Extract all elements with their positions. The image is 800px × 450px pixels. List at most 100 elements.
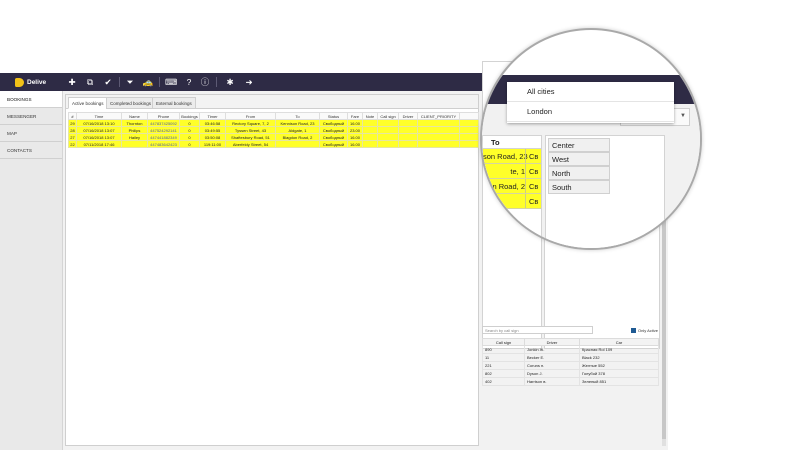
driver-row[interactable]: 221 Coruns п. Желтые 552 (482, 361, 659, 370)
info-icon[interactable]: ⓘ (199, 76, 211, 88)
column-header[interactable]: Time (76, 112, 122, 120)
table-row[interactable]: 29 07/16/2018 13:10 Thornton 44783742509… (68, 119, 479, 127)
cell-car: Black 232 (579, 353, 659, 362)
cell-driver (398, 133, 418, 141)
car-icon[interactable]: 🚕 (142, 76, 154, 88)
cell-name: Philips (121, 126, 148, 134)
copy-icon[interactable]: ⧉ (84, 76, 96, 88)
brand[interactable]: Delive (15, 77, 46, 87)
zone-item-south[interactable]: South (548, 180, 610, 194)
cell-to: Kennison Road, 23 (275, 119, 320, 127)
toolbar-divider (216, 77, 217, 87)
sidebar: BOOKINGS MESSENGER MAP CONTACTS (0, 91, 63, 450)
only-active-checkbox[interactable] (631, 328, 636, 333)
column-header[interactable]: Bookings (179, 112, 200, 120)
cell-driver (398, 119, 418, 127)
cell-car: Красная Rol 109 (579, 345, 659, 354)
sidebar-item-messenger[interactable]: MESSENGER (0, 108, 62, 125)
column-header[interactable]: Call sign (377, 112, 399, 120)
to-row[interactable]: son Road, 23Св (483, 149, 541, 164)
column-header[interactable]: Fare (347, 112, 363, 120)
zone-item-center[interactable]: Center (548, 138, 610, 152)
only-active-toggle[interactable]: Only Active (631, 327, 658, 334)
cell-time: 07/16/2018 13:07 (76, 126, 122, 134)
cell-callsign: 402 (482, 377, 525, 386)
toolbar-divider (119, 77, 120, 87)
only-active-label: Only Active (638, 328, 659, 333)
column-header[interactable]: Driver (398, 112, 418, 120)
tab-completed-bookings[interactable]: Completed bookings (106, 97, 156, 109)
driver-row[interactable]: 402 Harrison в. Зеленый 851 (482, 377, 659, 386)
callsign-search-input[interactable]: Search by call sign (482, 326, 593, 334)
driver-row[interactable]: 11 Becker E. Black 232 (482, 353, 659, 362)
sidebar-item-contacts[interactable]: CONTACTS (0, 142, 62, 159)
column-header[interactable]: Status (319, 112, 348, 120)
column-header[interactable]: Driver (524, 338, 580, 346)
cell-driver (398, 140, 418, 148)
sidebar-item-bookings[interactable]: BOOKINGS (0, 91, 62, 108)
help-icon[interactable]: ? (183, 76, 195, 88)
cell-time: 07/16/2018 13:10 (76, 119, 122, 127)
cell-priority (417, 119, 460, 127)
column-header[interactable]: Timer (199, 112, 226, 120)
keyboard-icon[interactable]: ⌨ (165, 76, 177, 88)
column-header[interactable]: Note (362, 112, 378, 120)
bookings-table: # Time Name Phone Bookings Timer From To… (68, 112, 479, 148)
cell-phone[interactable]: 447483642423 (147, 140, 180, 148)
cell-to: Blagdon Road, 2 (275, 133, 320, 141)
cell-to: Aldgate, 1 (275, 126, 320, 134)
zone-item-north[interactable]: North (548, 166, 610, 180)
bug-icon[interactable]: ✱ (224, 76, 236, 88)
cell-callsign: 802 (482, 369, 525, 378)
cell-phone[interactable]: 447837425092 (147, 119, 180, 127)
to-row[interactable]: te, 1 Св (483, 164, 541, 179)
chevron-down-icon[interactable]: ▼ (680, 113, 686, 119)
to-row[interactable]: n Road, 2 Св (483, 179, 541, 194)
column-header[interactable]: Call sign (482, 338, 525, 346)
cell-id: 28 (68, 126, 77, 134)
table-row[interactable]: 22 07/11/2018 17:46 447483642423 0 119:1… (68, 140, 479, 148)
tab-external-bookings[interactable]: External bookings (152, 97, 196, 109)
cell-extra (459, 119, 479, 127)
to-column-header[interactable]: To (483, 136, 541, 149)
cell-driver: Jonkin Ж. (524, 345, 580, 354)
cell-phone[interactable]: 447524292141 (147, 126, 180, 134)
city-option-all[interactable]: All cities (507, 82, 674, 102)
table-header-row: # Time Name Phone Bookings Timer From To… (68, 112, 479, 120)
table-row[interactable]: 27 07/16/2018 13:07 Hailey 447441882349 … (68, 133, 479, 141)
plus-icon[interactable]: ✚ (66, 76, 78, 88)
column-header[interactable]: Car (579, 338, 659, 346)
drivers-header-row: Call sign Driver Car (482, 338, 659, 346)
zone-item-west[interactable]: West (548, 152, 610, 166)
cell-car: Голубой 378 (579, 369, 659, 378)
driver-row[interactable]: 802 Dyson J. Голубой 378 (482, 369, 659, 378)
table-row[interactable]: 28 07/16/2018 13:07 Philips 447524292141… (68, 126, 479, 134)
column-header[interactable]: Name (121, 112, 148, 120)
sidebar-item-map[interactable]: MAP (0, 125, 62, 142)
logout-icon[interactable]: ➜ (243, 76, 255, 88)
cell-name: Thornton (121, 119, 148, 127)
filter-icon[interactable]: ⏷ (124, 76, 136, 88)
cell-extra (459, 126, 479, 134)
city-option-london[interactable]: London (507, 102, 674, 122)
cell-timer: 03:50:08 (199, 133, 226, 141)
cell-driver: Harrison в. (524, 377, 580, 386)
cell-fare: 16.00 (347, 140, 363, 148)
cell-callsign: 890 (482, 345, 525, 354)
column-header[interactable]: Phone (147, 112, 180, 120)
tab-active-bookings[interactable]: Active bookings (68, 97, 108, 109)
cell-phone[interactable]: 447441882349 (147, 133, 180, 141)
zoomed-to-panel: To son Road, 23Св te, 1 Св n Road, 2 Св Св (482, 135, 542, 248)
column-header[interactable]: # (68, 112, 77, 120)
to-row[interactable]: Св (483, 194, 541, 209)
column-header[interactable]: From (225, 112, 276, 120)
check-icon[interactable]: ✔ (102, 76, 114, 88)
cell-car: Желтые 552 (579, 361, 659, 370)
column-header[interactable]: CLIENT_PRIORITY (417, 112, 460, 120)
column-header[interactable]: To (275, 112, 320, 120)
to-address: n Road, 2 (492, 182, 525, 191)
cell-timer: 03:46:58 (199, 119, 226, 127)
cell-time: 07/11/2018 17:46 (76, 140, 122, 148)
driver-row[interactable]: 890 Jonkin Ж. Красная Rol 109 (482, 345, 659, 354)
toolbar-divider (159, 77, 160, 87)
